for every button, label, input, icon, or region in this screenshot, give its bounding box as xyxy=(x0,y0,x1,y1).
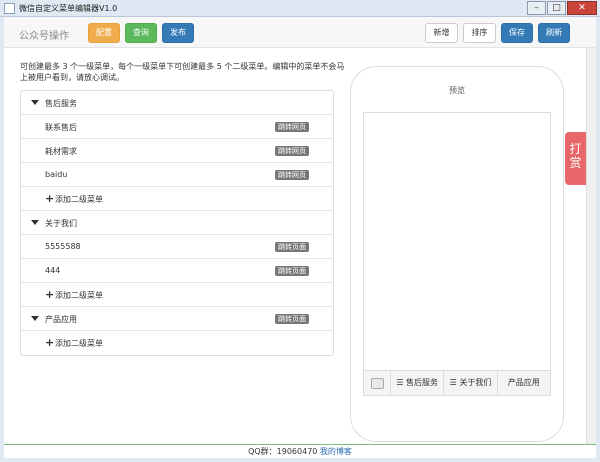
submenu-item-label: 联系售后 xyxy=(45,123,77,132)
plus-icon: + xyxy=(45,288,55,301)
caret-down-icon[interactable] xyxy=(31,316,39,321)
add-submenu-label: 添加二级菜单 xyxy=(55,195,103,204)
menu-item-label: 关于我们 xyxy=(45,219,77,228)
vertical-scrollbar[interactable] xyxy=(586,48,596,444)
preview-menu-item[interactable]: 产品应用 xyxy=(498,371,550,395)
keyboard-icon[interactable] xyxy=(364,371,391,395)
publish-button[interactable]: 发布 xyxy=(162,23,194,43)
submenu-item[interactable]: 耗材需求 跳转网页 xyxy=(21,139,333,163)
caret-down-icon[interactable] xyxy=(31,100,39,105)
submenu-item-label: 5555588 xyxy=(45,242,81,251)
preview-phone: 预览 ☰ 售后服务 ☰ 关于我们 产品应用 xyxy=(350,66,564,442)
footer-qq: QQ群：19060470 xyxy=(248,447,318,456)
menu-item[interactable]: 产品应用 跳转页面 xyxy=(21,307,333,331)
menu-item[interactable]: 关于我们 xyxy=(21,211,333,235)
add-submenu-button[interactable]: + 添加二级菜单 xyxy=(21,283,333,307)
add-submenu-label: 添加二级菜单 xyxy=(55,291,103,300)
submenu-item[interactable]: 联系售后 跳转网页 xyxy=(21,115,333,139)
save-button[interactable]: 保存 xyxy=(501,23,533,43)
menu-item[interactable]: 售后服务 xyxy=(21,91,333,115)
add-button[interactable]: 新增 xyxy=(425,23,458,43)
keyboard-icon-shape xyxy=(370,377,384,389)
action-badge: 跳转页面 xyxy=(275,266,309,276)
submenu-item[interactable]: 5555588 跳转页面 xyxy=(21,235,333,259)
window-title: 微信自定义菜单编辑器V1.0 xyxy=(19,4,118,13)
preview-screen xyxy=(363,112,551,396)
toolbar-label: 公众号操作 xyxy=(19,31,69,42)
toolbar: 公众号操作 配置 查询 发布 新增 排序 保存 刷新 xyxy=(4,17,596,48)
query-button[interactable]: 查询 xyxy=(125,23,157,43)
donate-tab[interactable]: 打赏 xyxy=(565,132,586,185)
window-frame-right xyxy=(596,17,600,458)
close-button[interactable]: ✕ xyxy=(567,1,597,15)
menu-list: 售后服务 联系售后 跳转网页 耗材需求 跳转网页 baidu 跳转网页 + 添加… xyxy=(20,90,334,356)
app-icon xyxy=(4,3,15,14)
title-bar: 微信自定义菜单编辑器V1.0 – □ ✕ xyxy=(0,0,600,17)
preview-menu-item[interactable]: ☰ 关于我们 xyxy=(444,371,498,395)
preview-menu-label: 售后服务 xyxy=(406,378,439,387)
preview-title: 预览 xyxy=(449,86,465,95)
window-controls: – □ ✕ xyxy=(527,1,597,15)
window-frame-left xyxy=(0,17,4,458)
preview-menu-label: 产品应用 xyxy=(507,378,540,387)
config-button[interactable]: 配置 xyxy=(88,23,120,43)
refresh-button[interactable]: 刷新 xyxy=(538,23,570,43)
preview-menu-bar: ☰ 售后服务 ☰ 关于我们 产品应用 xyxy=(363,370,551,396)
action-badge: 跳转页面 xyxy=(275,314,309,324)
plus-icon: + xyxy=(45,192,55,205)
action-badge: 跳转网页 xyxy=(275,170,309,180)
submenu-item-label: 444 xyxy=(45,266,61,275)
minimize-button[interactable]: – xyxy=(527,1,546,15)
blog-link[interactable]: 我的博客 xyxy=(320,447,352,456)
caret-down-icon[interactable] xyxy=(31,220,39,225)
submenu-item[interactable]: baidu 跳转网页 xyxy=(21,163,333,187)
action-badge: 跳转页面 xyxy=(275,242,309,252)
submenu-item-label: baidu xyxy=(45,170,68,179)
help-text: 可创建最多 3 个一级菜单，每个一级菜单下可创建最多 5 个二级菜单。编辑中的菜… xyxy=(20,62,345,82)
preview-menu-label: 关于我们 xyxy=(459,378,492,387)
submenu-item[interactable]: 444 跳转页面 xyxy=(21,259,333,283)
footer: QQ群：19060470 我的博客 xyxy=(4,444,596,458)
submenu-item-label: 耗材需求 xyxy=(45,147,77,156)
plus-icon: + xyxy=(45,336,55,349)
add-submenu-button[interactable]: + 添加二级菜单 xyxy=(21,331,333,355)
window-frame-bottom xyxy=(0,458,600,462)
action-badge: 跳转网页 xyxy=(275,146,309,156)
menu-item-label: 产品应用 xyxy=(45,315,77,324)
sort-button[interactable]: 排序 xyxy=(463,23,496,43)
add-submenu-button[interactable]: + 添加二级菜单 xyxy=(21,187,333,211)
menu-item-label: 售后服务 xyxy=(45,99,77,108)
maximize-button[interactable]: □ xyxy=(547,1,566,15)
add-submenu-label: 添加二级菜单 xyxy=(55,339,103,348)
action-badge: 跳转网页 xyxy=(275,122,309,132)
preview-menu-item[interactable]: ☰ 售后服务 xyxy=(391,371,445,395)
